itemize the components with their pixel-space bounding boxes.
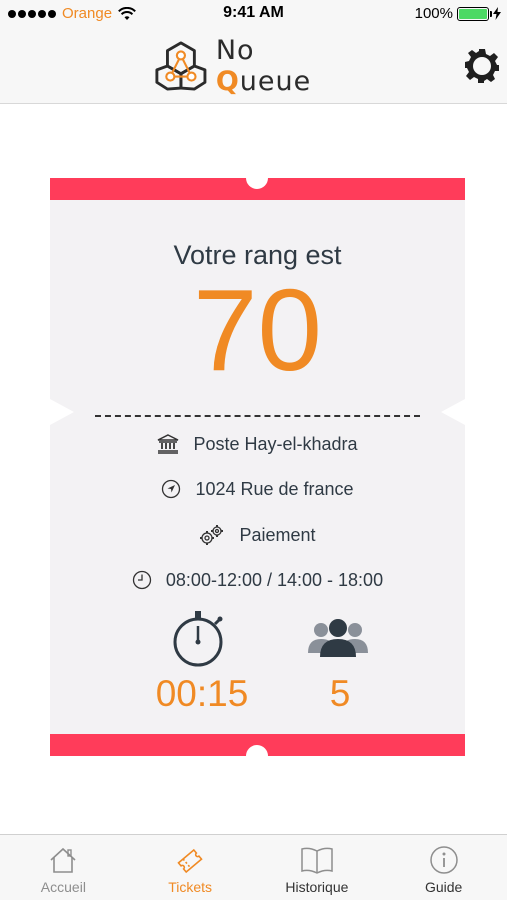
gears-icon: [199, 524, 225, 546]
navigation-arrow-icon: [161, 479, 181, 499]
tab-tickets-label: Tickets: [168, 879, 213, 895]
opening-hours: 08:00-12:00 / 14:00 - 18:00: [165, 569, 384, 590]
app-screen: Orange 9:41 AM 100% No Queue Votre rang …: [0, 0, 507, 900]
rank-value: 70: [192, 265, 323, 395]
address-row: 1024 Rue de france: [50, 475, 465, 503]
app-name-q: Q: [215, 66, 240, 97]
tab-tickets[interactable]: Tickets: [127, 835, 254, 900]
people-ahead-count: 5: [329, 673, 351, 714]
app-name: No Queue: [216, 35, 354, 97]
app-name-rest: ueue: [239, 66, 312, 97]
hexagon-network-logo-icon: [155, 41, 207, 91]
ticket-card: Votre rang est 70 Poste Hay-el-khadra 10…: [50, 167, 465, 767]
tab-guide[interactable]: Guide: [380, 835, 507, 900]
tab-guide-label: Guide: [424, 879, 463, 895]
status-bar: Orange 9:41 AM 100%: [0, 0, 507, 28]
bank-building-icon: [157, 434, 179, 454]
ticket-icon: [174, 845, 206, 882]
clock-icon: [132, 570, 152, 590]
tab-historique-label: Historique: [285, 879, 349, 895]
book-icon: [299, 845, 335, 880]
battery-icon: [457, 6, 492, 21]
status-right: 100%: [415, 5, 501, 22]
people-group-icon: [304, 615, 372, 670]
ticket-body: Votre rang est 70 Poste Hay-el-khadra 10…: [50, 200, 465, 734]
app-logo: No Queue: [154, 35, 354, 97]
nav-bar: No Queue: [0, 28, 507, 104]
ticket-notch-left: [50, 399, 74, 425]
service-name: Paiement: [239, 524, 316, 545]
ticket-top-notch: [246, 167, 268, 189]
app-name-no: No: [215, 35, 255, 66]
location-row: Poste Hay-el-khadra: [50, 430, 465, 458]
tab-historique[interactable]: Historique: [254, 835, 381, 900]
ticket-notch-right: [441, 399, 465, 425]
location-name: Poste Hay-el-khadra: [193, 433, 358, 454]
tab-accueil-label: Accueil: [40, 879, 86, 895]
settings-button[interactable]: [460, 44, 504, 88]
charging-bolt-icon: [493, 7, 501, 20]
ticket-bottom-notch: [246, 745, 268, 767]
gear-icon: [465, 49, 499, 83]
ticket-perforation: [95, 415, 420, 417]
wait-time: 00:15: [155, 673, 249, 714]
hours-row: 08:00-12:00 / 14:00 - 18:00: [50, 566, 465, 594]
tab-accueil[interactable]: Accueil: [0, 835, 127, 900]
service-row: Paiement: [50, 521, 465, 549]
stopwatch-icon: [172, 608, 228, 673]
info-icon: [429, 845, 459, 880]
home-icon: [48, 845, 78, 880]
address-text: 1024 Rue de france: [195, 478, 354, 499]
battery-percent: 100%: [414, 5, 453, 22]
tab-bar: Accueil Tickets Historique Guide: [0, 834, 507, 900]
